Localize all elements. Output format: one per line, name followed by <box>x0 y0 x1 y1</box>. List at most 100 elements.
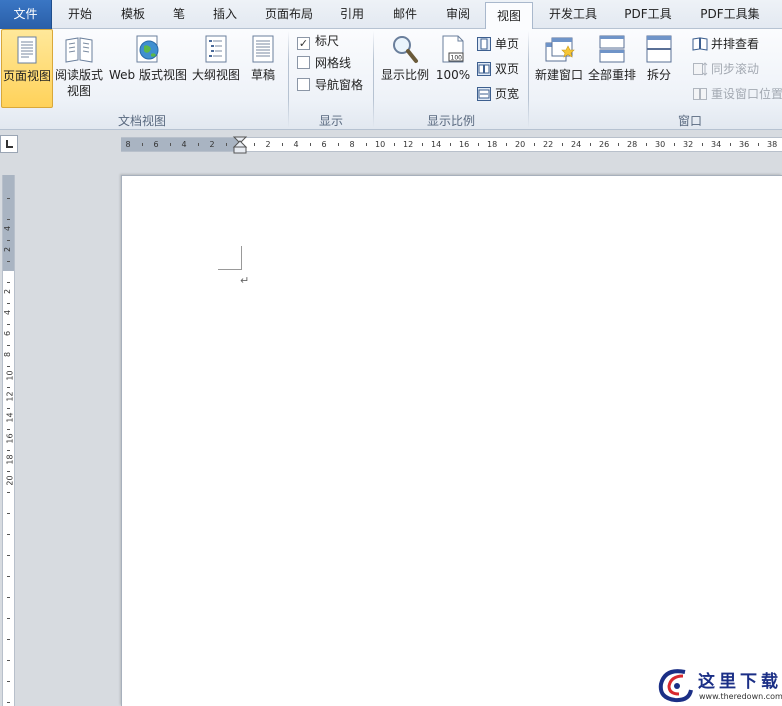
tab-home[interactable]: 开始 <box>58 0 102 29</box>
ruler-tick <box>702 143 703 146</box>
zoom-button[interactable]: 显示比例 <box>378 29 432 108</box>
ruler-tick <box>534 143 535 146</box>
group-label-zoom: 显示比例 <box>426 114 475 128</box>
ruler-label: 6 <box>321 140 327 149</box>
full-screen-reading-button[interactable]: 阅读版式 视图 <box>54 29 104 108</box>
ruler-tick <box>7 533 10 535</box>
tab-references[interactable]: 引用 <box>330 0 374 29</box>
ruler-tick <box>7 701 10 703</box>
ruler-tick <box>226 143 227 146</box>
page-100-icon: 100 <box>442 35 464 63</box>
ruler-label: 4 <box>293 140 299 149</box>
open-book-icon <box>65 37 93 63</box>
tab-view[interactable]: 视图 <box>485 2 533 30</box>
ruler-tick <box>7 491 10 493</box>
ruler-tick <box>450 143 451 146</box>
ruler-tick <box>7 680 10 682</box>
ruler-tick <box>7 449 10 451</box>
ruler-label: 18 <box>487 140 498 149</box>
ruler-tick <box>198 143 199 146</box>
indent-marker-icon[interactable] <box>232 136 248 156</box>
group-label-document-views: 文档视图 <box>117 114 166 128</box>
one-page-icon <box>477 37 491 51</box>
ruler-tick <box>394 143 395 146</box>
tab-templates[interactable]: 模板 <box>111 0 155 29</box>
split-window-icon <box>646 35 672 63</box>
ruler-left-margin <box>121 138 240 151</box>
ruler-checkbox[interactable]: ✓ 标尺 <box>297 31 339 51</box>
ruler-label: 16 <box>459 140 470 149</box>
tab-page-layout[interactable]: 页面布局 <box>256 0 322 29</box>
sync-scroll-icon <box>693 62 708 76</box>
tab-insert[interactable]: 插入 <box>203 0 247 29</box>
tab-pdf-toolset[interactable]: PDF工具集 <box>690 0 770 29</box>
sync-scroll-label: 同步滚动 <box>711 62 760 76</box>
arrange-all-icon <box>599 35 625 63</box>
ruler-tick <box>646 143 647 146</box>
ruler-tick <box>618 143 619 146</box>
ruler-tick <box>7 596 10 598</box>
ruler-label: 36 <box>739 140 750 149</box>
gridlines-checkbox[interactable]: 网格线 <box>297 53 351 73</box>
ruler-tick <box>7 365 10 367</box>
ruler-label: 2 <box>3 288 13 295</box>
zoom-100-button[interactable]: 100 100% <box>434 29 472 108</box>
outline-button[interactable]: 大纲视图 <box>191 29 241 108</box>
document-page[interactable]: ↵ <box>121 175 782 706</box>
tab-pen[interactable]: 笔 <box>164 0 194 29</box>
new-window-label: 新建窗口 <box>534 68 583 82</box>
ruler-tick <box>7 323 10 325</box>
arrange-all-button[interactable]: 全部重排 <box>587 29 637 108</box>
split-button[interactable]: 拆分 <box>641 29 677 108</box>
new-window-button[interactable]: 新建窗口 <box>533 29 585 108</box>
ruler-label: 4 <box>181 140 187 149</box>
ruler-tick <box>7 197 10 199</box>
nav-pane-checkbox[interactable]: 导航窗格 <box>297 75 363 95</box>
ruler-label: 12 <box>403 140 414 149</box>
ruler-tick <box>758 143 759 146</box>
tab-pdf-tools[interactable]: PDF工具 <box>615 0 681 29</box>
ruler-check-mark: ✓ <box>297 37 310 50</box>
ruler-tick <box>590 143 591 146</box>
ruler-tick <box>170 143 171 146</box>
ruler-label: 16 <box>5 433 15 444</box>
page-width-label: 页宽 <box>495 87 520 101</box>
side-by-side-button[interactable]: 并排查看 <box>692 33 759 55</box>
ruler-label: 14 <box>5 412 15 423</box>
print-layout-label: 页面视图 <box>2 69 51 83</box>
draft-button[interactable]: 草稿 <box>243 29 283 108</box>
ruler-tick <box>7 617 10 619</box>
web-layout-button[interactable]: Web 版式视图 <box>106 29 190 108</box>
ruler-label: 22 <box>543 140 554 149</box>
tab-review[interactable]: 审阅 <box>436 0 480 29</box>
gridlines-label: 网格线 <box>315 56 352 70</box>
two-pages-button[interactable]: 双页 <box>476 58 519 80</box>
paragraph-mark: ↵ <box>240 274 250 287</box>
tab-mailings[interactable]: 邮件 <box>383 0 427 29</box>
one-page-button[interactable]: 单页 <box>476 33 519 55</box>
reset-window-position-label: 重设窗口位置 <box>711 87 782 101</box>
vertical-ruler[interactable]: 4 2 2 4 6 8 10 12 14 16 18 20 <box>2 175 15 706</box>
ruler-tick <box>7 281 10 283</box>
text-boundary-corner <box>218 246 242 270</box>
new-window-icon <box>545 37 575 62</box>
full-screen-reading-label-2: 视图 <box>66 84 91 98</box>
tab-developer[interactable]: 开发工具 <box>540 0 606 29</box>
ruler-label: 8 <box>125 140 131 149</box>
ruler-label: 14 <box>431 140 442 149</box>
page-100-icon-text: 100 <box>451 55 463 62</box>
tab-stop-selector[interactable] <box>0 135 18 153</box>
horizontal-ruler[interactable]: 8 6 4 2 2 4 6 8 10 12 14 16 18 20 22 24 26 28 30 32 34 36 38 <box>121 136 782 154</box>
ruler-label: 2 <box>265 140 271 149</box>
page-width-button[interactable]: 页宽 <box>476 83 519 105</box>
print-layout-button[interactable]: 页面视图 <box>1 29 53 108</box>
ruler-label: 12 <box>5 391 15 402</box>
ruler-tick <box>254 143 255 146</box>
ruler-tick <box>7 407 10 409</box>
two-pages-icon <box>477 62 491 76</box>
tab-file[interactable]: 文件 <box>0 0 52 29</box>
sync-scroll-button[interactable]: 同步滚动 <box>692 58 759 80</box>
ruler-tick <box>7 344 10 346</box>
reset-window-position-button[interactable]: 重设窗口位置 <box>692 83 782 105</box>
ruler-tick <box>7 575 10 577</box>
